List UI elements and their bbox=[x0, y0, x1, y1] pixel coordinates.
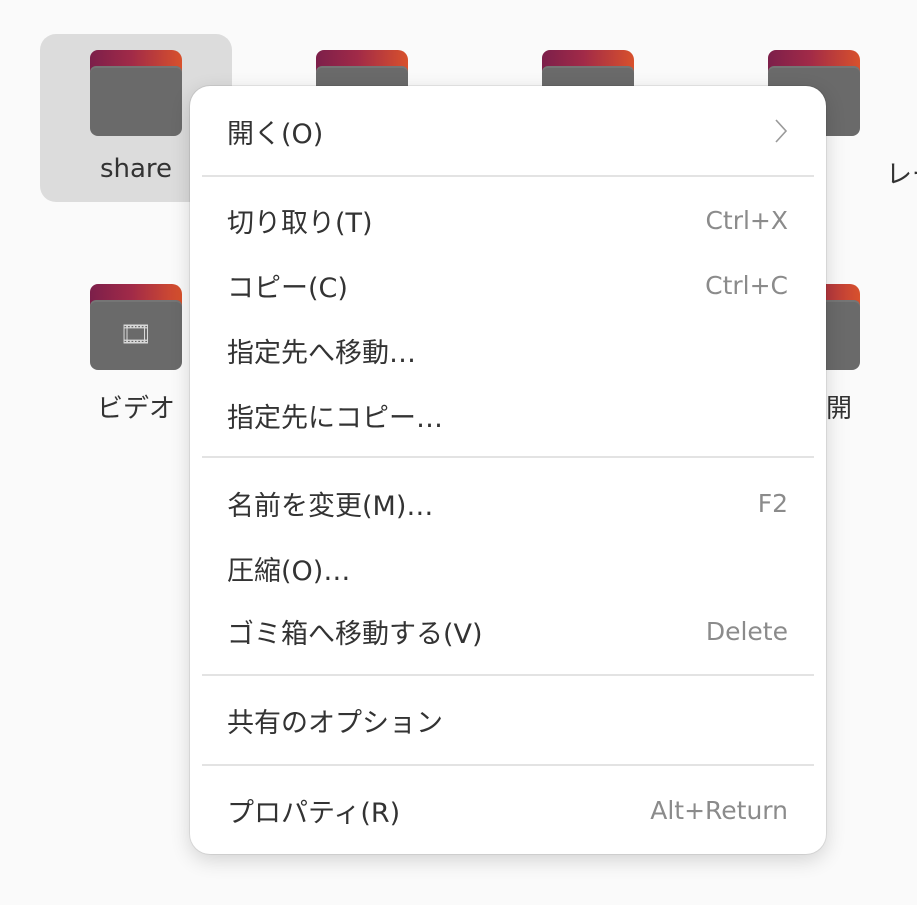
menu-separator bbox=[202, 764, 814, 766]
menu-item-shortcut: Delete bbox=[705, 616, 788, 646]
menu-item-label: 指定先にコピー… bbox=[227, 402, 443, 434]
menu-item-sharing-options[interactable]: 共有のオプション bbox=[190, 690, 826, 750]
menu-separator bbox=[202, 456, 814, 458]
menu-item-move-to-trash[interactable]: ゴミ箱へ移動する(V) Delete bbox=[190, 601, 826, 661]
folder-icon bbox=[90, 50, 182, 138]
menu-item-shortcut: Ctrl+X bbox=[705, 205, 788, 235]
chevron-right-icon bbox=[775, 119, 788, 143]
menu-item-rename[interactable]: 名前を変更(M)… F2 bbox=[190, 473, 826, 533]
menu-item-shortcut: F2 bbox=[757, 488, 788, 518]
menu-separator bbox=[202, 674, 814, 676]
video-folder-icon: 🎞 bbox=[90, 284, 182, 372]
menu-item-label: プロパティ(R) bbox=[227, 797, 401, 829]
menu-item-copy[interactable]: コピー(C) Ctrl+C bbox=[190, 255, 826, 315]
menu-item-label: 圧縮(O)… bbox=[227, 555, 351, 587]
menu-item-cut[interactable]: 切り取り(T) Ctrl+X bbox=[190, 190, 826, 250]
menu-item-label: コピー(C) bbox=[227, 272, 348, 304]
menu-item-label: 共有のオプション bbox=[227, 707, 443, 739]
menu-item-label: 指定先へ移動… bbox=[227, 337, 416, 369]
menu-item-label: ゴミ箱へ移動する(V) bbox=[227, 618, 483, 650]
menu-item-properties[interactable]: プロパティ(R) Alt+Return bbox=[190, 780, 826, 840]
menu-item-shortcut: Ctrl+C bbox=[705, 270, 788, 300]
menu-item-label: 開く(O) bbox=[227, 118, 324, 150]
menu-separator bbox=[202, 175, 814, 177]
menu-item-copy-to[interactable]: 指定先にコピー… bbox=[190, 385, 826, 445]
menu-item-shortcut: Alt+Return bbox=[650, 795, 788, 825]
menu-item-move-to[interactable]: 指定先へ移動… bbox=[190, 320, 826, 380]
menu-item-label: 切り取り(T) bbox=[227, 207, 373, 239]
menu-item-open[interactable]: 開く(O) bbox=[190, 101, 826, 161]
menu-item-label: 名前を変更(M)… bbox=[227, 490, 434, 522]
menu-item-compress[interactable]: 圧縮(O)… bbox=[190, 538, 826, 598]
context-menu: 開く(O) 切り取り(T) Ctrl+X コピー(C) Ctrl+C 指定先へ移… bbox=[190, 86, 826, 854]
